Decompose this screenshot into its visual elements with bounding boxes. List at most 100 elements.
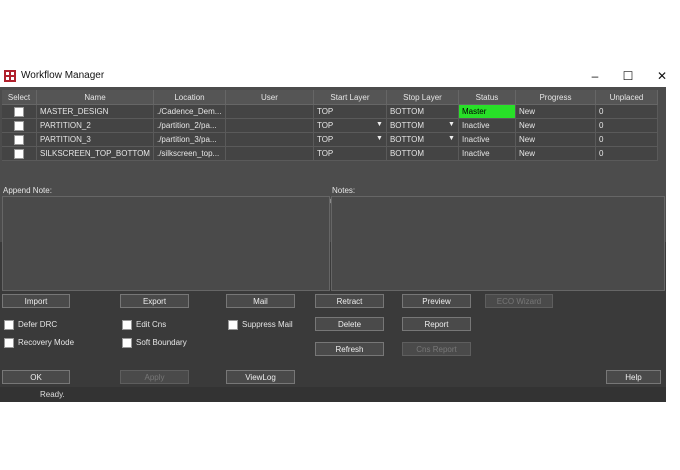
retract-button[interactable]: Retract (315, 294, 384, 308)
window-title: Workflow Manager (21, 70, 105, 81)
workflow-manager-window: Workflow Manager – ☐ ✕ Select Name Locat… (0, 65, 667, 402)
app-icon (4, 70, 16, 82)
location-cell: ./partition_2/pa... (153, 118, 226, 133)
unplaced-cell: 0 (595, 146, 658, 161)
col-progress[interactable]: Progress (515, 90, 596, 105)
location-cell: ./partition_3/pa... (153, 132, 226, 147)
stop-layer-cell[interactable]: BOTTOM ▼ (386, 132, 459, 147)
col-start-layer[interactable]: Start Layer (313, 90, 387, 105)
progress-cell: New (515, 104, 596, 119)
status-cell: Inactive (458, 132, 516, 147)
checkbox-box[interactable] (4, 320, 14, 330)
preview-button[interactable]: Preview (402, 294, 471, 308)
edit-cns-checkbox[interactable]: Edit Cns (122, 320, 166, 330)
title-bar: Workflow Manager – ☐ ✕ (0, 65, 667, 87)
start-layer-cell[interactable]: TOP ▼ (313, 132, 387, 147)
progress-cell: New (515, 132, 596, 147)
name-cell: MASTER_DESIGN (36, 104, 154, 119)
unplaced-cell: 0 (595, 118, 658, 133)
col-user[interactable]: User (225, 90, 314, 105)
start-layer-cell[interactable]: TOP (313, 146, 387, 161)
start-layer-value: TOP (316, 107, 334, 116)
user-cell (225, 104, 314, 119)
report-button[interactable]: Report (402, 317, 471, 331)
row-select-cell[interactable] (2, 132, 37, 147)
col-location[interactable]: Location (153, 90, 226, 105)
help-button[interactable]: Help (606, 370, 661, 384)
col-name[interactable]: Name (36, 90, 154, 105)
partition-table: Select Name Location User Start Layer St… (2, 90, 658, 161)
user-cell (225, 132, 314, 147)
col-stop-layer[interactable]: Stop Layer (386, 90, 459, 105)
select-checkbox[interactable] (14, 120, 24, 131)
soft-boundary-label: Soft Boundary (136, 338, 187, 348)
select-checkbox[interactable] (14, 148, 24, 159)
dropdown-arrow-icon[interactable]: ▼ (376, 135, 383, 142)
stop-layer-cell[interactable]: BOTTOM (386, 104, 459, 119)
edit-cns-label: Edit Cns (136, 320, 167, 330)
table-row[interactable]: PARTITION_2 ./partition_2/pa... TOP ▼ BOTTOM… (2, 118, 658, 133)
viewlog-button[interactable]: ViewLog (226, 370, 295, 384)
col-status[interactable]: Status (458, 90, 516, 105)
ok-button[interactable]: OK (2, 370, 70, 384)
name-cell: SILKSCREEN_TOP_BOTTOM (36, 146, 154, 161)
minimize-button[interactable]: – (587, 68, 603, 84)
notes-textarea[interactable] (331, 196, 665, 291)
checkbox-box[interactable] (122, 338, 132, 348)
stop-layer-value: BOTTOM (389, 121, 425, 130)
table-row[interactable]: SILKSCREEN_TOP_BOTTOM ./silkscreen_top...… (2, 146, 658, 161)
stop-layer-cell[interactable]: BOTTOM (386, 146, 459, 161)
unplaced-cell: 0 (595, 104, 658, 119)
table-row[interactable]: MASTER_DESIGN ./Cadence_Dem... TOP BOTTOM Ma… (2, 104, 658, 119)
table-row[interactable]: PARTITION_3 ./partition_3/pa... TOP ▼ BOTTOM… (2, 132, 658, 147)
row-select-cell[interactable] (2, 104, 37, 119)
maximize-button[interactable]: ☐ (620, 68, 636, 84)
row-select-cell[interactable] (2, 146, 37, 161)
import-button[interactable]: Import (2, 294, 70, 308)
refresh-button[interactable]: Refresh (315, 342, 384, 356)
select-checkbox[interactable] (14, 106, 24, 117)
name-cell: PARTITION_2 (36, 118, 154, 133)
checkbox-box[interactable] (228, 320, 238, 330)
dropdown-arrow-icon[interactable]: ▼ (448, 121, 455, 128)
start-layer-value: TOP (316, 121, 334, 130)
mail-button[interactable]: Mail (226, 294, 295, 308)
start-layer-value: TOP (316, 149, 334, 158)
select-checkbox[interactable] (14, 134, 24, 145)
start-layer-cell[interactable]: TOP ▼ (313, 118, 387, 133)
recovery-mode-label: Recovery Mode (18, 338, 75, 348)
stop-layer-value: BOTTOM (389, 149, 425, 158)
recovery-mode-checkbox[interactable]: Recovery Mode (4, 338, 74, 348)
user-cell (225, 118, 314, 133)
user-cell (225, 146, 314, 161)
location-cell: ./silkscreen_top... (153, 146, 226, 161)
checkbox-box[interactable] (122, 320, 132, 330)
delete-button[interactable]: Delete (315, 317, 384, 331)
notes-label: Notes: (332, 186, 356, 195)
start-layer-cell[interactable]: TOP (313, 104, 387, 119)
stop-layer-value: BOTTOM (389, 107, 425, 116)
append-note-textarea[interactable] (2, 196, 330, 291)
suppress-mail-checkbox[interactable]: Suppress Mail (228, 320, 293, 330)
row-select-cell[interactable] (2, 118, 37, 133)
dropdown-arrow-icon[interactable]: ▼ (448, 135, 455, 142)
stop-layer-cell[interactable]: BOTTOM ▼ (386, 118, 459, 133)
col-select[interactable]: Select (2, 90, 37, 105)
eco-wizard-button[interactable]: ECO Wizard (485, 294, 553, 308)
dropdown-arrow-icon[interactable]: ▼ (376, 121, 383, 128)
progress-cell: New (515, 118, 596, 133)
progress-cell: New (515, 146, 596, 161)
soft-boundary-checkbox[interactable]: Soft Boundary (122, 338, 187, 348)
status-bar: Ready. (0, 387, 666, 402)
export-button[interactable]: Export (120, 294, 189, 308)
checkbox-box[interactable] (4, 338, 14, 348)
status-text: Ready. (40, 390, 65, 399)
defer-drc-checkbox[interactable]: Defer DRC (4, 320, 57, 330)
col-unplaced[interactable]: Unplaced (595, 90, 658, 105)
start-layer-value: TOP (316, 135, 334, 144)
cns-report-button[interactable]: Cns Report (402, 342, 471, 356)
defer-drc-label: Defer DRC (18, 320, 58, 330)
location-cell: ./Cadence_Dem... (153, 104, 226, 119)
close-button[interactable]: ✕ (654, 68, 670, 84)
apply-button[interactable]: Apply (120, 370, 189, 384)
